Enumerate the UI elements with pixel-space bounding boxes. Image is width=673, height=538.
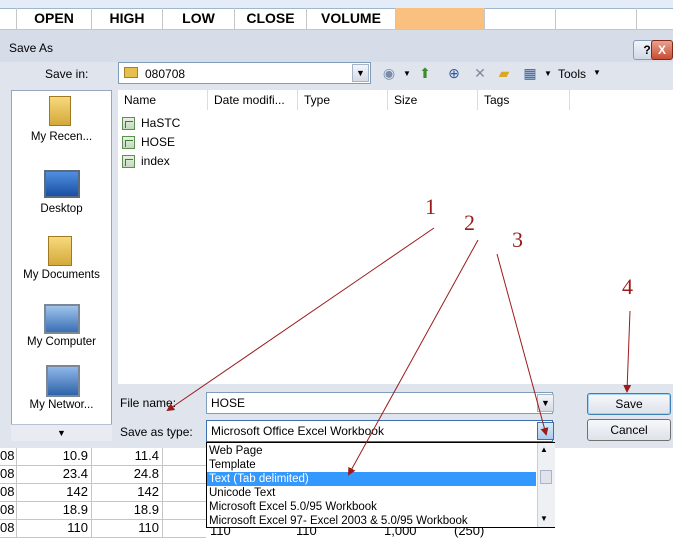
annotation-arrow-3 bbox=[496, 253, 549, 436]
annotation-3: 3 bbox=[512, 227, 523, 252]
annotation-arrow-2 bbox=[348, 239, 479, 476]
annotation-arrows bbox=[166, 227, 632, 476]
annotation-arrow-1 bbox=[166, 227, 435, 412]
annotation-4: 4 bbox=[622, 274, 633, 299]
annotation-1: 1 bbox=[425, 194, 436, 219]
annotation-2: 2 bbox=[464, 210, 475, 235]
annotation-arrow-4 bbox=[623, 310, 632, 393]
